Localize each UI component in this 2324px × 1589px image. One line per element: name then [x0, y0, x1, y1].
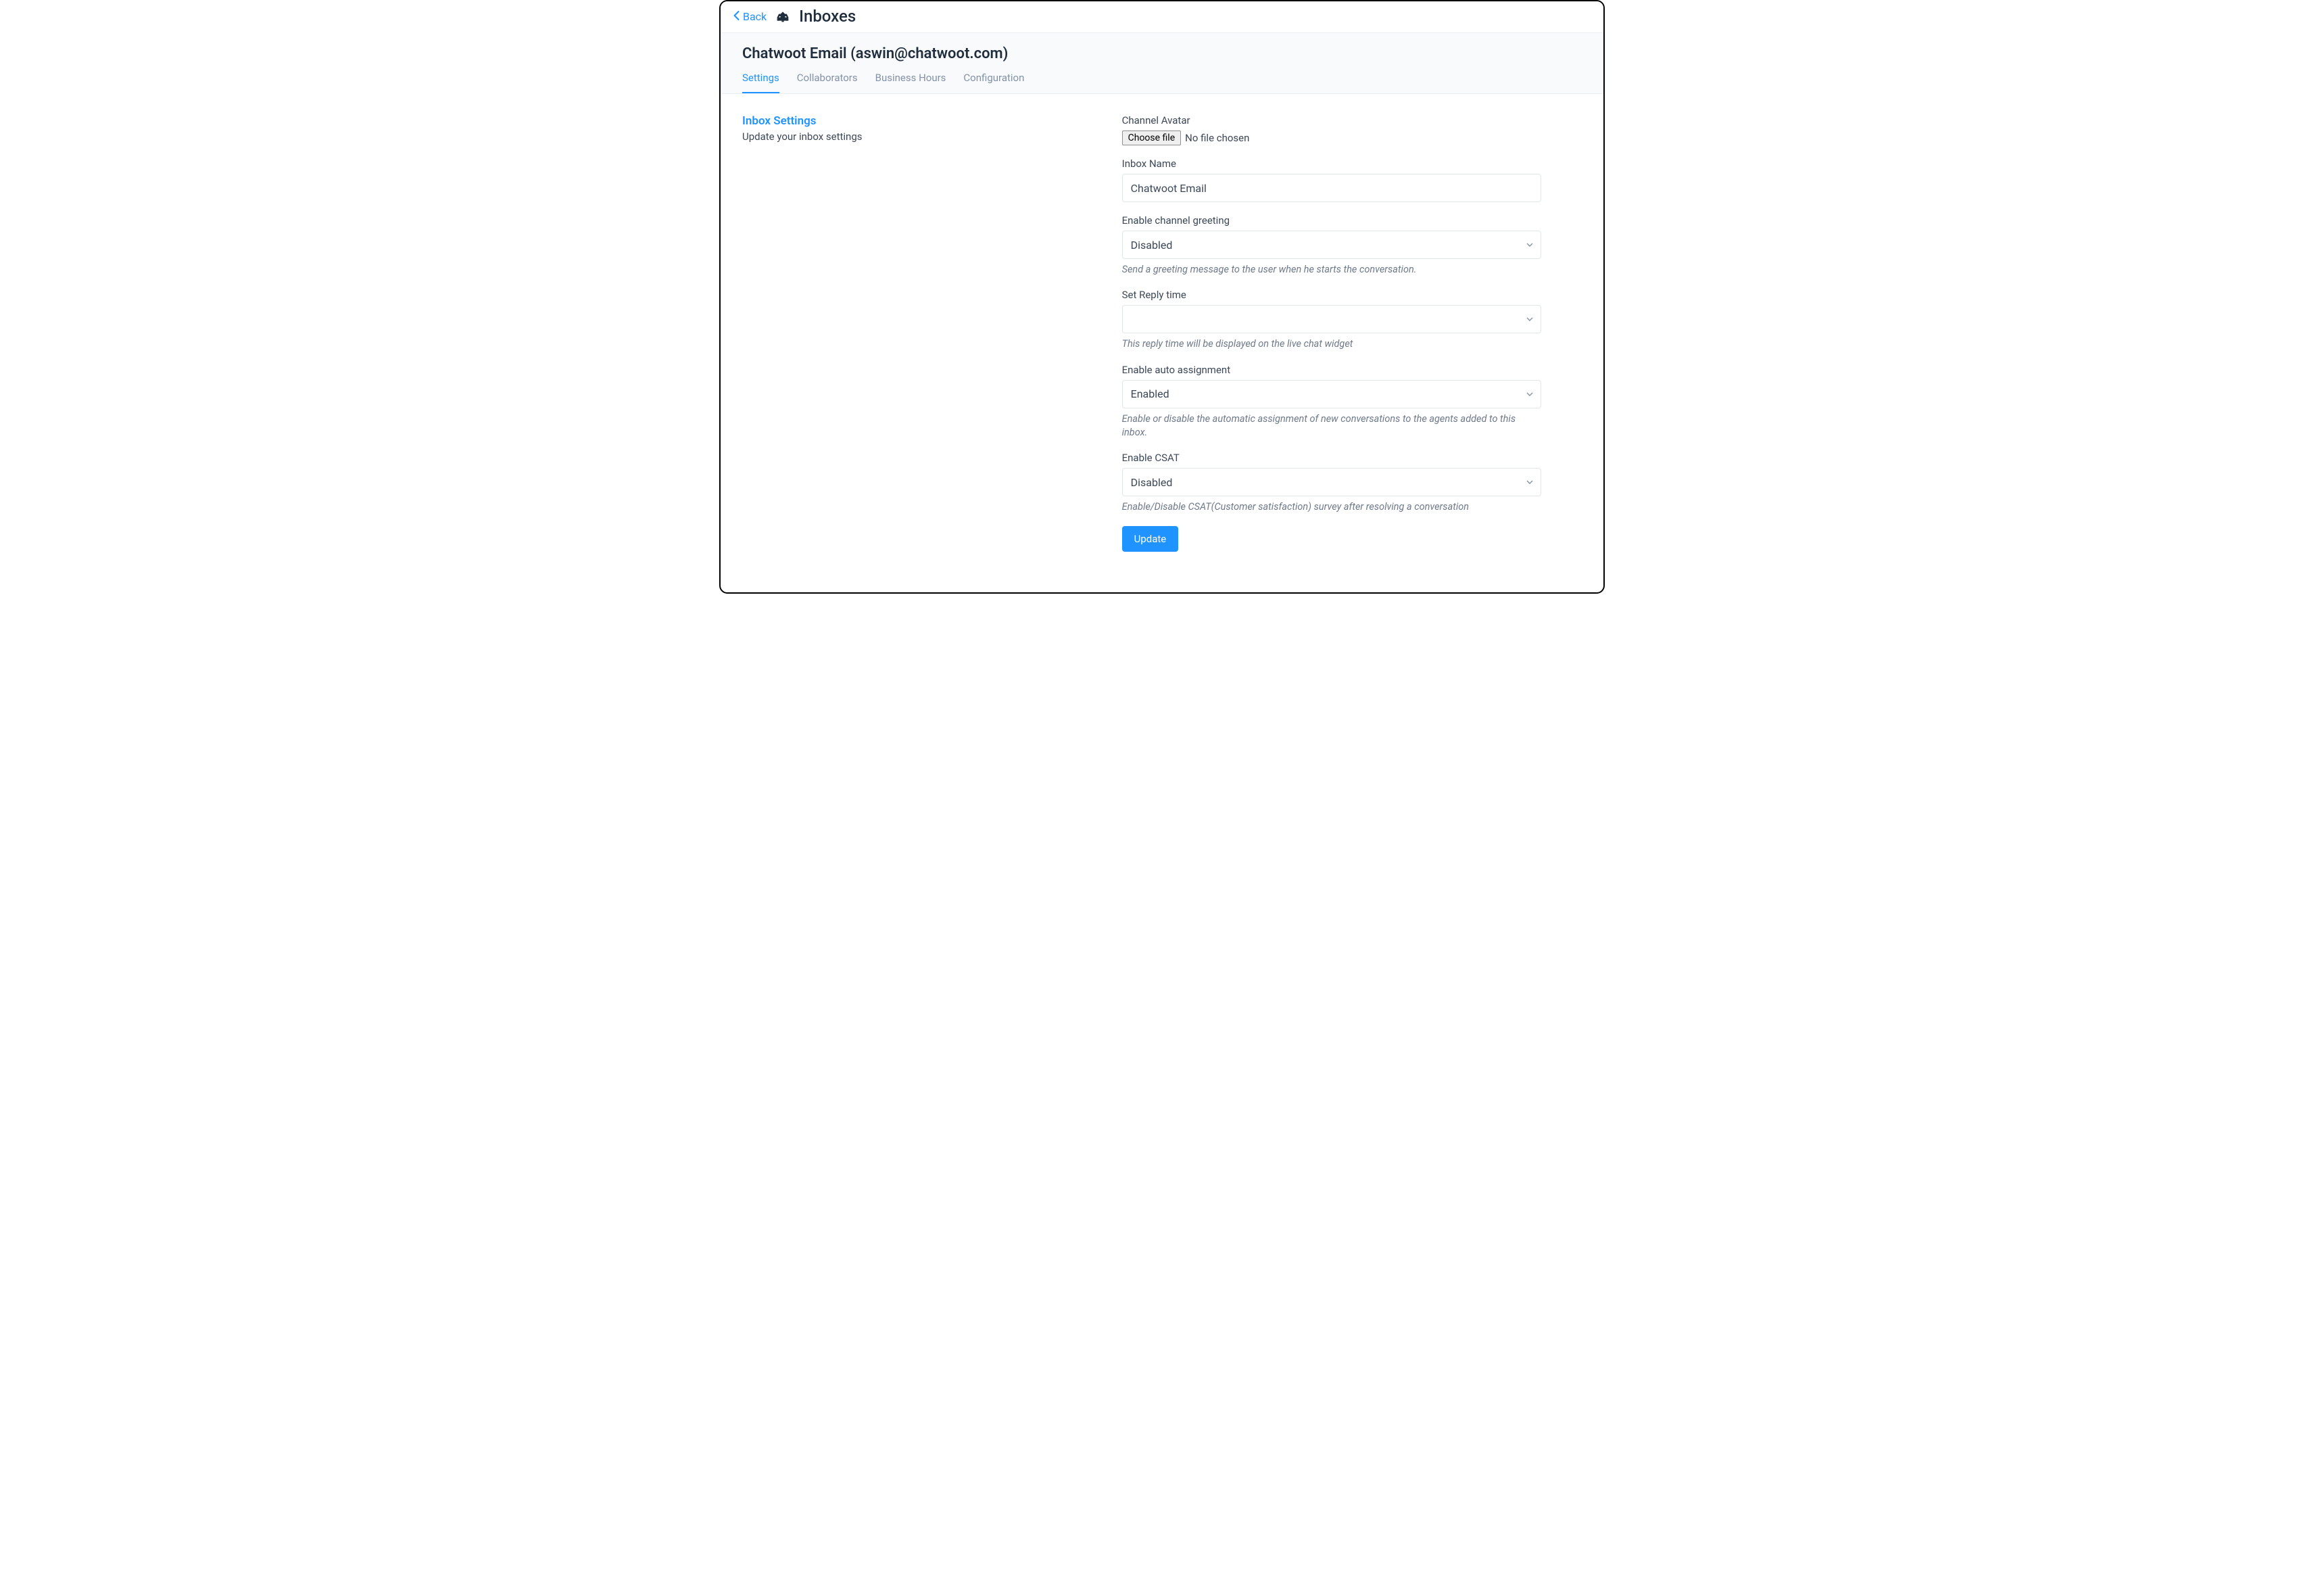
- tabs: Settings Collaborators Business Hours Co…: [742, 72, 1582, 93]
- form-col: Channel Avatar Choose file No file chose…: [1122, 114, 1541, 552]
- subheader: Chatwoot Email (aswin@chatwoot.com) Sett…: [721, 32, 1603, 94]
- update-button[interactable]: Update: [1122, 526, 1179, 552]
- file-status: No file chosen: [1185, 132, 1249, 144]
- greeting-label: Enable channel greeting: [1122, 214, 1541, 227]
- topbar: Back Inboxes: [721, 1, 1603, 32]
- greeting-select[interactable]: Disabled: [1122, 231, 1541, 259]
- tab-collaborators[interactable]: Collaborators: [797, 72, 858, 93]
- section-heading: Inbox Settings: [742, 114, 1095, 128]
- section-subheading: Update your inbox settings: [742, 131, 1095, 143]
- auto-assign-hint: Enable or disable the automatic assignme…: [1122, 412, 1541, 440]
- inbox-name-input[interactable]: [1122, 174, 1541, 202]
- field-auto-assign: Enable auto assignment Enabled Enable or…: [1122, 364, 1541, 440]
- field-channel-avatar: Channel Avatar Choose file No file chose…: [1122, 114, 1541, 145]
- field-csat: Enable CSAT Disabled Enable/Disable CSAT…: [1122, 452, 1541, 514]
- chevron-left-icon: [733, 10, 740, 23]
- field-inbox-name: Inbox Name: [1122, 158, 1541, 202]
- greeting-hint: Send a greeting message to the user when…: [1122, 263, 1541, 277]
- csat-select[interactable]: Disabled: [1122, 468, 1541, 496]
- inbox-name-label: Inbox Name: [1122, 158, 1541, 170]
- csat-hint: Enable/Disable CSAT(Customer satisfactio…: [1122, 500, 1541, 514]
- choose-file-button[interactable]: Choose file: [1122, 131, 1182, 145]
- page-title: Inboxes: [799, 7, 856, 26]
- tab-configuration[interactable]: Configuration: [963, 72, 1024, 93]
- reply-time-label: Set Reply time: [1122, 289, 1541, 301]
- auto-assign-select[interactable]: Enabled: [1122, 380, 1541, 408]
- back-link[interactable]: Back: [733, 10, 767, 23]
- field-greeting: Enable channel greeting Disabled Send a …: [1122, 214, 1541, 277]
- field-reply-time: Set Reply time This reply time will be d…: [1122, 289, 1541, 351]
- channel-avatar-label: Channel Avatar: [1122, 114, 1541, 126]
- csat-label: Enable CSAT: [1122, 452, 1541, 464]
- tab-business-hours[interactable]: Business Hours: [875, 72, 946, 93]
- auto-assign-label: Enable auto assignment: [1122, 364, 1541, 376]
- content: Inbox Settings Update your inbox setting…: [721, 94, 1603, 592]
- inbox-icon: [776, 10, 790, 22]
- app-frame: Back Inboxes Chatwoot Email (aswin@chatw…: [719, 0, 1605, 594]
- inbox-title: Chatwoot Email (aswin@chatwoot.com): [742, 45, 1582, 62]
- tab-settings[interactable]: Settings: [742, 72, 779, 93]
- sidebar-col: Inbox Settings Update your inbox setting…: [742, 114, 1095, 552]
- reply-time-hint: This reply time will be displayed on the…: [1122, 337, 1541, 351]
- reply-time-select[interactable]: [1122, 305, 1541, 333]
- back-label: Back: [743, 10, 767, 23]
